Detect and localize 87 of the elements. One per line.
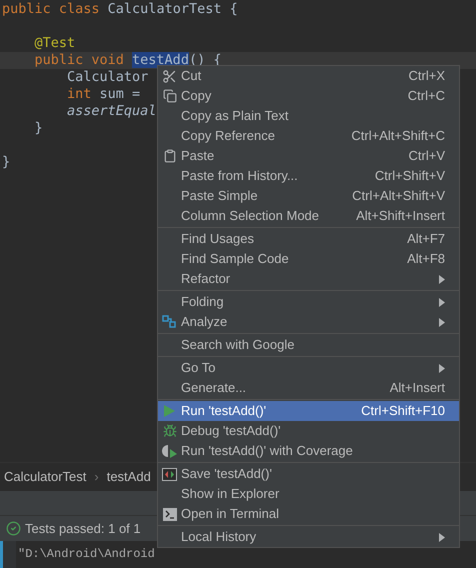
code-token: public void [34, 52, 125, 68]
menu-label: Copy as Plain Text [181, 107, 290, 126]
code-token: assertEqual [66, 103, 156, 119]
menu-label: Copy Reference [181, 127, 276, 146]
menu-label: Paste [181, 147, 216, 166]
menu-label: Run 'testAdd()' [181, 402, 268, 420]
menu-item[interactable]: Run 'testAdd()' with Coverage [158, 441, 459, 461]
bug-icon [162, 424, 176, 438]
menu-label: Search with Google [181, 336, 296, 354]
menu-label: Find Usages [181, 230, 255, 248]
menu-shortcut: Alt+Shift+Insert [356, 207, 445, 226]
code-token: } [2, 154, 10, 170]
menu-item[interactable]: Find Usages Alt+F7 [158, 229, 459, 249]
check-icon [6, 521, 21, 536]
menu-label: Generate... [181, 379, 248, 398]
menu-item[interactable]: Open in Terminal [158, 504, 459, 524]
menu-label: Go To [181, 359, 216, 378]
terminal-icon [162, 508, 176, 520]
menu-label: Find Sample Code [181, 250, 290, 268]
menu-label: Column Selection Mode [181, 207, 320, 226]
menu-item[interactable]: Copy Ctrl+C [158, 86, 459, 106]
menu-label: Cut [181, 67, 202, 86]
menu-label: Local History [181, 528, 258, 546]
menu-item[interactable]: Save 'testAdd()' [158, 464, 459, 484]
menu-label: Open in Terminal [181, 505, 280, 524]
split-icon [162, 468, 177, 480]
code-token: public class [2, 1, 101, 17]
menu-shortcut: Ctrl+Alt+Shift+V [352, 187, 445, 206]
code-token: Calculator [66, 69, 148, 85]
menu-shortcut: Alt+Insert [390, 379, 445, 398]
submenu-arrow-icon [439, 318, 445, 326]
menu-item[interactable]: Analyze [158, 312, 459, 332]
menu-label: Show in Explorer [181, 485, 280, 504]
menu-item[interactable]: Refactor [158, 269, 459, 289]
menu-item[interactable]: Generate... Alt+Insert [158, 378, 459, 398]
menu-shortcut: Ctrl+Shift+V [374, 167, 445, 186]
menu-label: Folding [181, 293, 225, 312]
menu-item[interactable]: Find Sample Code Alt+F8 [158, 249, 459, 269]
test-status-text: Tests passed: 1 of 1 [25, 520, 141, 538]
menu-item[interactable]: Column Selection Mode Alt+Shift+Insert [158, 206, 459, 226]
console-line: "D:\Android\Android [17, 546, 155, 563]
menu-label: Paste Simple [181, 187, 259, 206]
breadcrumb-item[interactable]: CalculatorTest [4, 466, 86, 486]
menu-item[interactable]: Run 'testAdd()' Ctrl+Shift+F10 [158, 401, 459, 421]
breadcrumb-separator: › [94, 468, 99, 486]
menu-shortcut: Ctrl+Shift+F10 [361, 402, 445, 420]
code-token: CalculatorTest { [108, 1, 238, 17]
code-token: sum = [100, 86, 140, 102]
menu-item[interactable]: Debug 'testAdd()' [158, 421, 459, 441]
menu-item[interactable]: Folding [158, 292, 459, 312]
menu-label: Save 'testAdd()' [181, 465, 273, 484]
menu-item[interactable]: Show in Explorer [158, 484, 459, 504]
menu-shortcut: Alt+F7 [407, 230, 445, 248]
play-icon [163, 404, 176, 418]
menu-item[interactable]: Copy Reference Ctrl+Alt+Shift+C [158, 126, 459, 146]
menu-label: Copy [181, 87, 212, 106]
coverage-icon [162, 444, 178, 458]
code-token: int [66, 86, 92, 102]
scissors-icon [162, 68, 177, 84]
menu-item[interactable]: Search with Google [158, 335, 459, 355]
menu-label: Debug 'testAdd()' [181, 422, 282, 440]
menu-item[interactable]: Cut Ctrl+X [158, 66, 459, 86]
copy-icon [162, 89, 176, 103]
menu-label: Analyze [181, 313, 228, 332]
menu-shortcut: Ctrl+C [408, 87, 445, 106]
submenu-arrow-icon [439, 298, 445, 306]
submenu-arrow-icon [439, 364, 445, 372]
submenu-arrow-icon [439, 274, 445, 284]
menu-shortcut: Ctrl+X [408, 67, 445, 86]
code-token: @Test [34, 35, 76, 51]
menu-label: Refactor [181, 270, 232, 288]
code-token: } [34, 120, 43, 136]
breadcrumb-item[interactable]: testAdd [106, 466, 151, 486]
menu-item[interactable]: Go To [158, 358, 459, 378]
diagram-icon [162, 315, 177, 329]
menu-shortcut: Ctrl+V [408, 147, 445, 166]
menu-shortcut: Alt+F8 [407, 250, 445, 268]
menu-item[interactable]: Paste Ctrl+V [158, 146, 459, 166]
menu-item[interactable]: Copy as Plain Text [158, 106, 459, 126]
menu-label: Run 'testAdd()' with Coverage [181, 442, 354, 460]
menu-item[interactable]: Paste Simple Ctrl+Alt+Shift+V [158, 186, 459, 206]
menu-shortcut: Ctrl+Alt+Shift+C [351, 127, 445, 146]
menu-item[interactable]: Local History [158, 527, 459, 547]
clipboard-icon [162, 149, 176, 163]
menu-label: Paste from History... [181, 167, 299, 186]
submenu-arrow-icon [439, 532, 445, 542]
menu-item[interactable]: Paste from History... Ctrl+Shift+V [158, 166, 459, 186]
